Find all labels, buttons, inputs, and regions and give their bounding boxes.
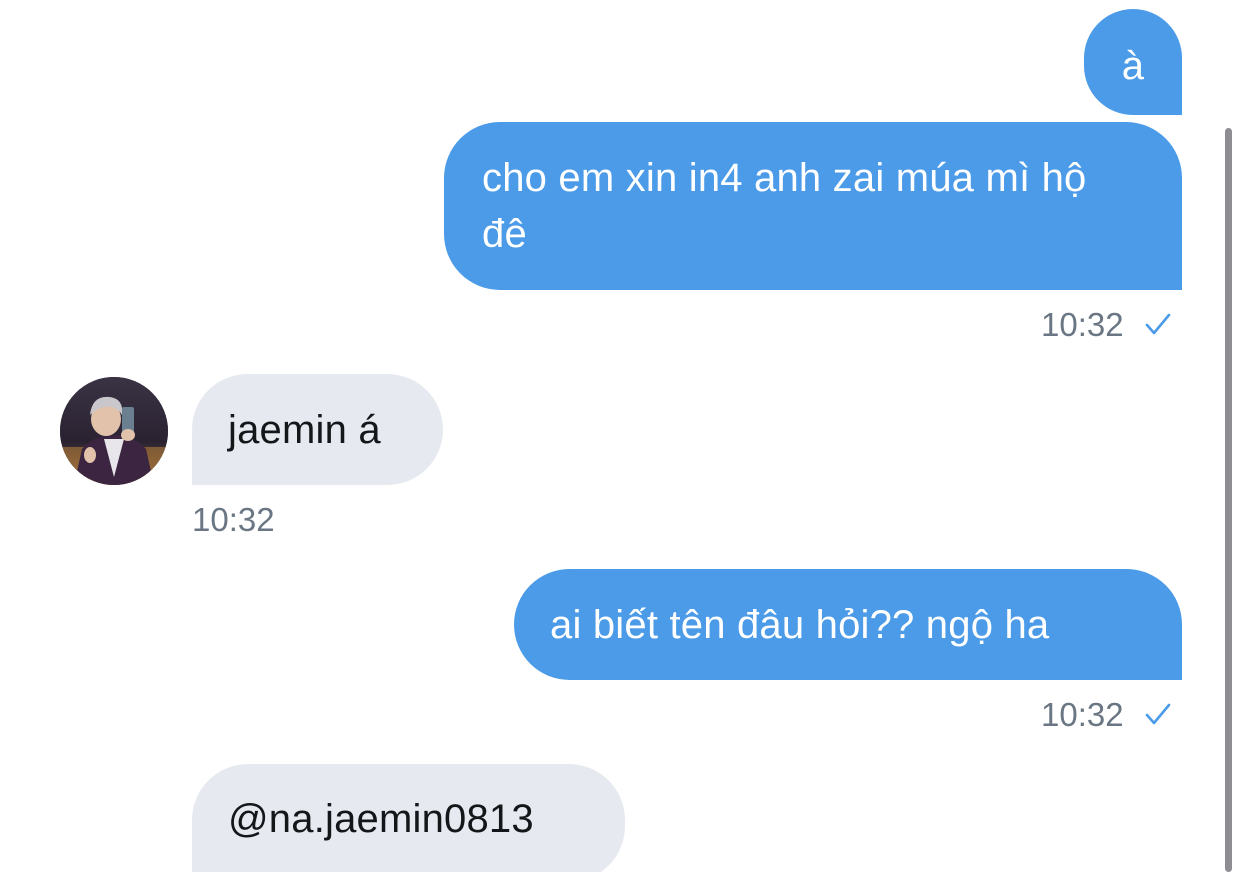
message-text: à — [1121, 44, 1145, 88]
message-text: cho em xin in4 anh zai múa mì hộ đê — [482, 156, 1087, 256]
timestamp: 10:32 — [1041, 306, 1124, 343]
avatar-image — [60, 377, 168, 485]
outgoing-message-bubble[interactable]: cho em xin in4 anh zai múa mì hộ đê — [444, 122, 1182, 290]
outgoing-message-bubble[interactable]: ai biết tên đâu hỏi?? ngộ ha — [514, 569, 1182, 680]
incoming-message-bubble[interactable]: jaemin á — [192, 374, 443, 485]
checkmark-icon — [1145, 313, 1171, 335]
timestamp: 10:32 — [1041, 696, 1124, 733]
message-text: ai biết tên đâu hỏi?? ngộ ha — [550, 603, 1050, 647]
scrollbar[interactable] — [1225, 128, 1232, 872]
outgoing-message-bubble[interactable]: à — [1084, 9, 1182, 115]
timestamp: 10:32 — [192, 501, 275, 538]
message-text: jaemin á — [228, 408, 381, 452]
message-meta: 10:32 — [1041, 695, 1173, 735]
dm-conversation: à cho em xin in4 anh zai múa mì hộ đê 10… — [0, 0, 1242, 872]
message-meta: 10:32 — [1041, 305, 1173, 345]
checkmark-icon — [1145, 703, 1171, 725]
incoming-message-bubble[interactable]: @na.jaemin0813 — [192, 764, 625, 872]
message-text: @na.jaemin0813 — [228, 797, 534, 841]
message-meta: 10:32 — [192, 500, 275, 540]
avatar[interactable] — [60, 377, 168, 485]
